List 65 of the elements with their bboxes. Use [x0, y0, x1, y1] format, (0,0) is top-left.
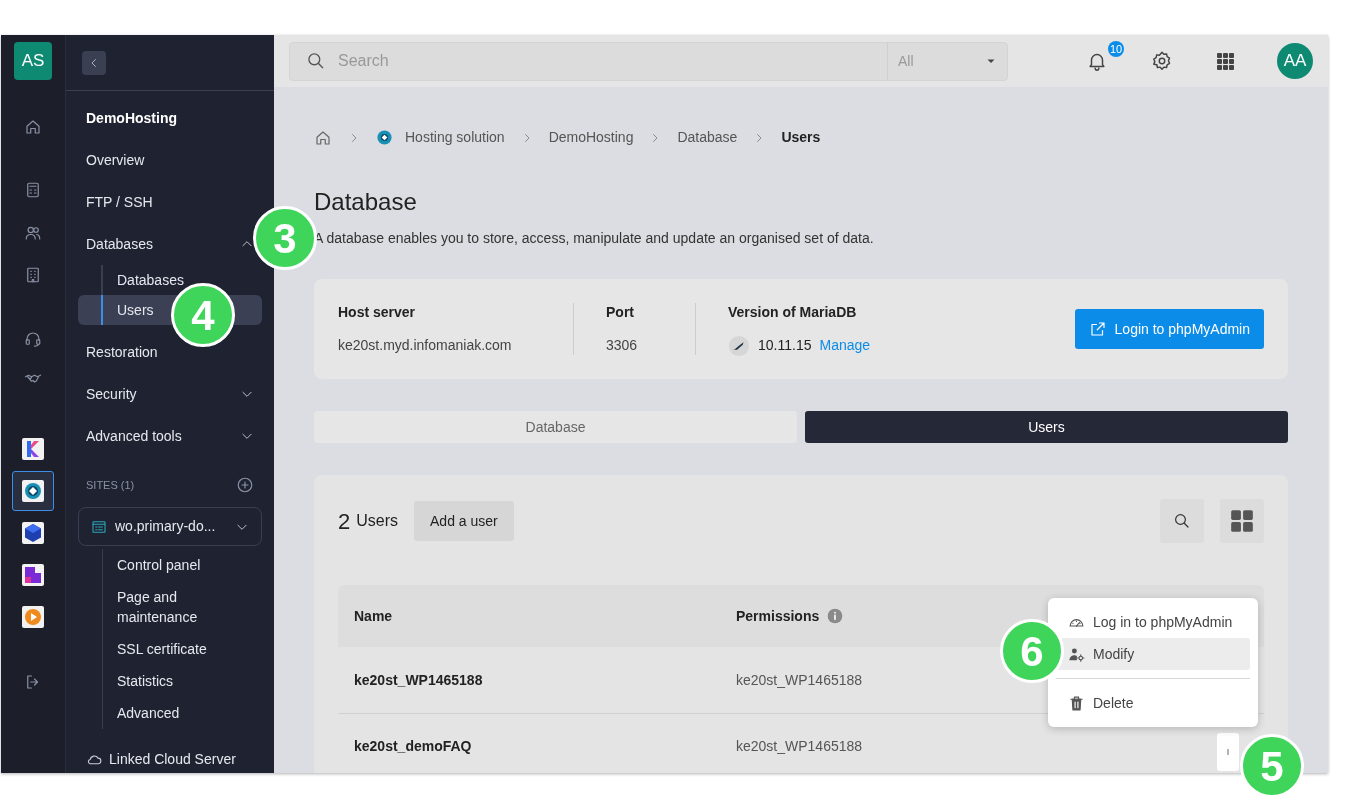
nav-subitem[interactable]: Page and maintenance [117, 581, 227, 633]
nav-item-label: Linked Cloud Server [109, 750, 236, 769]
breadcrumb-current: Users [781, 128, 821, 147]
menu-item[interactable]: Modify [1056, 638, 1250, 670]
search-icon [1173, 512, 1191, 530]
hosting-app-icon [21, 479, 45, 503]
section-heading: SITES (1) [86, 477, 135, 493]
table-cell-text: ke20st_demoFAQ [354, 737, 473, 756]
column-header: Name [354, 606, 394, 626]
browser-icon [91, 518, 107, 535]
column-header: Permissions [736, 606, 820, 626]
building-icon[interactable] [24, 266, 42, 284]
field-label: Port [606, 303, 635, 322]
user-count: 2 [338, 507, 351, 536]
k-app-icon [21, 437, 45, 461]
section-title: Users [356, 511, 399, 531]
nav-item[interactable]: Advanced tools [78, 415, 262, 457]
breadcrumb-link[interactable]: DemoHosting [548, 127, 634, 148]
nav-item[interactable]: Overview [78, 139, 262, 181]
nav-item[interactable]: Linked Cloud Server [78, 749, 262, 770]
add-user-button[interactable]: Add a user [414, 501, 514, 541]
table-cell-text: ke20st_WP1465188 [736, 737, 863, 756]
home-icon[interactable] [24, 118, 42, 136]
nav-item[interactable]: Security [78, 373, 262, 415]
nav-subitem[interactable]: Statistics [117, 665, 227, 697]
headset-icon[interactable] [24, 330, 42, 348]
cube-app-icon [21, 521, 45, 545]
account-avatar[interactable]: AS [14, 42, 52, 80]
field-label: Host server [338, 303, 417, 322]
page-title: Database [314, 187, 418, 217]
tab[interactable]: Users [805, 411, 1288, 443]
info-icon[interactable] [827, 608, 844, 624]
external-link-icon [1088, 320, 1107, 338]
section-title: DemoHosting [85, 108, 178, 128]
add-icon[interactable] [236, 476, 254, 494]
menu-item[interactable]: Delete [1056, 687, 1250, 719]
breadcrumb-link[interactable]: Database [677, 127, 738, 148]
field-value: 10.11.15 [758, 336, 812, 355]
tab[interactable]: Database [314, 411, 797, 443]
step-number-tooltip: 5 [1240, 734, 1304, 798]
nav-subitem[interactable]: Advanced [117, 697, 227, 729]
table-cell-text: ke20st_WP1465188 [354, 670, 484, 690]
login-button[interactable]: Login to phpMyAdmin [1074, 309, 1264, 349]
field-label: Version of MariaDB [728, 302, 858, 322]
calculator-icon[interactable] [24, 181, 42, 199]
table-cell-text: ke20st_WP1465188 [736, 670, 863, 690]
notification-badge: 10 [1108, 41, 1124, 57]
nav-subitem[interactable]: SSL certificate [117, 633, 227, 665]
user-avatar[interactable]: AA [1277, 43, 1313, 79]
users-icon[interactable] [24, 224, 42, 242]
hosting-product-icon [376, 129, 393, 146]
field-value: 3306 [606, 336, 639, 355]
play-app-icon [21, 605, 45, 629]
breadcrumb-link[interactable]: Hosting solution [376, 127, 505, 148]
grid-view-button[interactable] [1220, 499, 1264, 543]
corner-app-icon [21, 563, 45, 587]
settings-icon[interactable] [1151, 50, 1173, 72]
grid-view-icon [1229, 508, 1255, 534]
search-icon [306, 51, 326, 71]
search-button[interactable] [1160, 499, 1204, 543]
nav-subitem[interactable]: Control panel [117, 549, 227, 581]
app-tile[interactable] [12, 471, 54, 511]
trash-icon [1068, 694, 1085, 712]
site-dropdown[interactable]: wo.primary-do... [78, 507, 262, 546]
field-value: ke20st.myd.infomaniak.com [338, 336, 513, 355]
